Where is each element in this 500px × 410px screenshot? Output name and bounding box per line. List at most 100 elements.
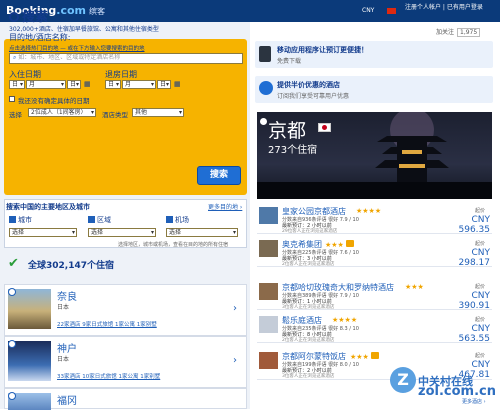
deals-promo[interactable]: 提供半价优惠的酒店 订阅我们享受可靠用户优惠: [255, 76, 493, 103]
airplane-icon: [166, 216, 173, 223]
hotel-viewers: 3位客人正在浏览这家酒店: [282, 305, 335, 310]
city-card-kobe[interactable]: 神户 日本 33家酒店 10家日式旅馆 1家公寓 1家别墅 ›: [4, 336, 247, 388]
hotel-photo: [259, 352, 278, 369]
city-country: 日本: [57, 304, 70, 311]
top-bar: Booking.com 缤客 CNY 注册个人帐户 | 已有用户登录: [0, 0, 500, 22]
currency-selector[interactable]: CNY: [362, 7, 374, 14]
no-dates-checkbox[interactable]: [9, 96, 15, 102]
hotel-viewers: 2位客人正在浏览这家酒店: [282, 262, 335, 267]
checkout-date-select[interactable]: 日: [157, 80, 171, 89]
checkin-day-select[interactable]: 日: [9, 80, 25, 89]
region-city-label: 城市: [9, 215, 32, 225]
price-from-label: 起价: [475, 241, 486, 247]
search-title: 搜索: [9, 6, 48, 25]
regions-title: 搜索中国的主要地区及城市: [6, 203, 90, 211]
checkout-day-select[interactable]: 日: [105, 80, 121, 89]
regions-footnote: 选择地区，城市或机场，查看在目的地的所有住宿: [118, 242, 229, 248]
destination-input[interactable]: ⌕ 如：城市、地区、区域或特定酒店名称: [9, 53, 243, 64]
checkmark-icon: ✔: [8, 256, 19, 271]
search-icon: [9, 12, 19, 22]
hotel-viewers: 29位客人正在浏览这家酒店: [282, 229, 338, 234]
price-from-label: 起价: [475, 317, 486, 323]
checkin-label: 入住日期: [9, 70, 41, 79]
checkout-label: 退房日期: [105, 70, 137, 79]
phone-icon: [259, 46, 271, 62]
star-rating-icon: ★★★: [405, 283, 424, 291]
hotel-price[interactable]: CNY 390.91: [442, 291, 491, 311]
hero-property-count: 273个住宿: [268, 145, 318, 156]
star-rating-icon: ★★★★: [356, 207, 382, 215]
promo-subtitle[interactable]: 免费下载: [277, 56, 301, 65]
social-follow[interactable]: 加关注 1,975: [436, 27, 481, 37]
more-destinations-link[interactable]: 更多目的地 ›: [208, 202, 242, 211]
star-rating-icon: ★★★: [325, 240, 354, 249]
hotel-viewers: 3位客人正在浏览这家酒店: [282, 374, 335, 379]
city-stats[interactable]: 22家酒店 9家日式旅馆 1家公寓 1家别墅: [57, 320, 157, 328]
promo-title[interactable]: 提供半价优惠的酒店: [277, 80, 340, 90]
chevron-right-icon[interactable]: ›: [233, 355, 237, 366]
checkin-date-select[interactable]: 日: [67, 80, 81, 89]
city-country: 日本: [57, 356, 70, 363]
property-type-select[interactable]: 其他: [132, 108, 184, 117]
hero-city-name[interactable]: 京都: [268, 116, 306, 143]
region-district-label: 区域: [88, 215, 111, 225]
checkout-month-select[interactable]: 月: [122, 80, 156, 89]
account-links[interactable]: 注册个人帐户 | 已有用户登录: [405, 4, 497, 12]
property-type-label: 酒店类型: [102, 111, 128, 119]
tag-icon: [259, 81, 273, 95]
city-card-nara[interactable]: 奈良 日本 22家酒店 9家日式旅馆 1家公寓 1家别墅 ›: [4, 284, 247, 336]
price-from-label: 起价: [475, 284, 486, 290]
district-icon: [88, 216, 95, 223]
info-icon: [8, 340, 16, 348]
promo-title[interactable]: 移动应用程序让预订更便捷！: [277, 45, 368, 55]
search-button[interactable]: 搜索: [197, 166, 241, 185]
price-from-label: 起价: [475, 208, 486, 214]
mobile-app-promo[interactable]: 移动应用程序让预订更便捷！ 免费下载: [255, 41, 493, 68]
hotel-item[interactable]: 京都哈切玫瑰奇大和罗纳特酒店 ★★★ 分数来自389条评语 很好 7.9 / 1…: [257, 281, 492, 311]
japan-flag-icon: [318, 123, 331, 132]
language-flag-icon[interactable]: [387, 8, 396, 14]
hotel-price[interactable]: CNY 298.17: [442, 248, 491, 268]
hotel-price[interactable]: CNY 596.35: [442, 215, 491, 235]
promo-subtitle[interactable]: 订阅我们享受可靠用户优惠: [277, 91, 349, 100]
hotel-viewers: 2位客人正在浏览这家酒店: [282, 338, 335, 343]
hotel-item[interactable]: 鬆乐庭酒店 ★★★★ 分数来自235条评语 很好 8.3 / 10 最新预订：8…: [257, 314, 492, 344]
destination-hint[interactable]: 点击选择热门目的地 — 或在下方输入您要搜索的目的地: [9, 44, 145, 52]
city-card-fukuoka[interactable]: 福冈: [4, 388, 247, 410]
calendar-icon[interactable]: ▦: [174, 80, 181, 88]
thumbs-up-icon: [370, 352, 379, 359]
price-from-label: 起价: [475, 353, 486, 359]
city-name[interactable]: 神户: [57, 340, 77, 355]
info-icon: [8, 288, 16, 296]
thumbs-up-icon: [345, 240, 354, 247]
city-icon: [9, 216, 16, 223]
chevron-right-icon[interactable]: ›: [233, 303, 237, 314]
zol-watermark-logo: Z: [390, 367, 416, 393]
watermark-url: zol.com.cn: [418, 384, 496, 399]
city-name[interactable]: 福冈: [57, 392, 77, 407]
star-rating-icon: ★★★: [350, 352, 379, 361]
hotel-photo: [259, 240, 278, 257]
hotel-photo: [259, 316, 278, 333]
rooms-select[interactable]: 2位成人（1间客房）: [28, 108, 96, 117]
info-icon: [260, 118, 267, 125]
hotel-photo: [259, 283, 278, 300]
star-rating-icon: ★★★★: [332, 316, 358, 324]
hotel-item[interactable]: 奥克希集团 ★★★ 分数来自225条评语 很好 7.6 / 10 最新预订：3 …: [257, 238, 492, 268]
airport-select[interactable]: 选择: [166, 228, 238, 237]
region-airport-label: 机场: [166, 215, 189, 225]
rooms-label: 选择: [9, 111, 22, 119]
no-dates-label: 我还没有确定具体的日期: [18, 97, 90, 105]
destination-label: 目的地/酒店名称:: [9, 33, 71, 42]
city-stats[interactable]: 33家酒店 10家日式旅馆 1家公寓 1家别墅: [57, 372, 160, 380]
city-name[interactable]: 奈良: [57, 288, 77, 303]
hotel-photo: [259, 207, 278, 224]
district-select[interactable]: 选择: [88, 228, 156, 237]
city-select[interactable]: 选择: [9, 228, 77, 237]
calendar-icon[interactable]: ▦: [84, 80, 91, 88]
hotel-price[interactable]: CNY 563.55: [442, 324, 491, 344]
checkin-month-select[interactable]: 月: [26, 80, 66, 89]
hotel-item[interactable]: 皇家公园京都酒店 ★★★★ 分数来自936条评语 很好 7.9 / 10 最新预…: [257, 205, 492, 235]
more-hotels-link[interactable]: 更多酒店 ›: [462, 398, 486, 405]
total-properties: 全球302,147个住宿: [28, 261, 114, 271]
